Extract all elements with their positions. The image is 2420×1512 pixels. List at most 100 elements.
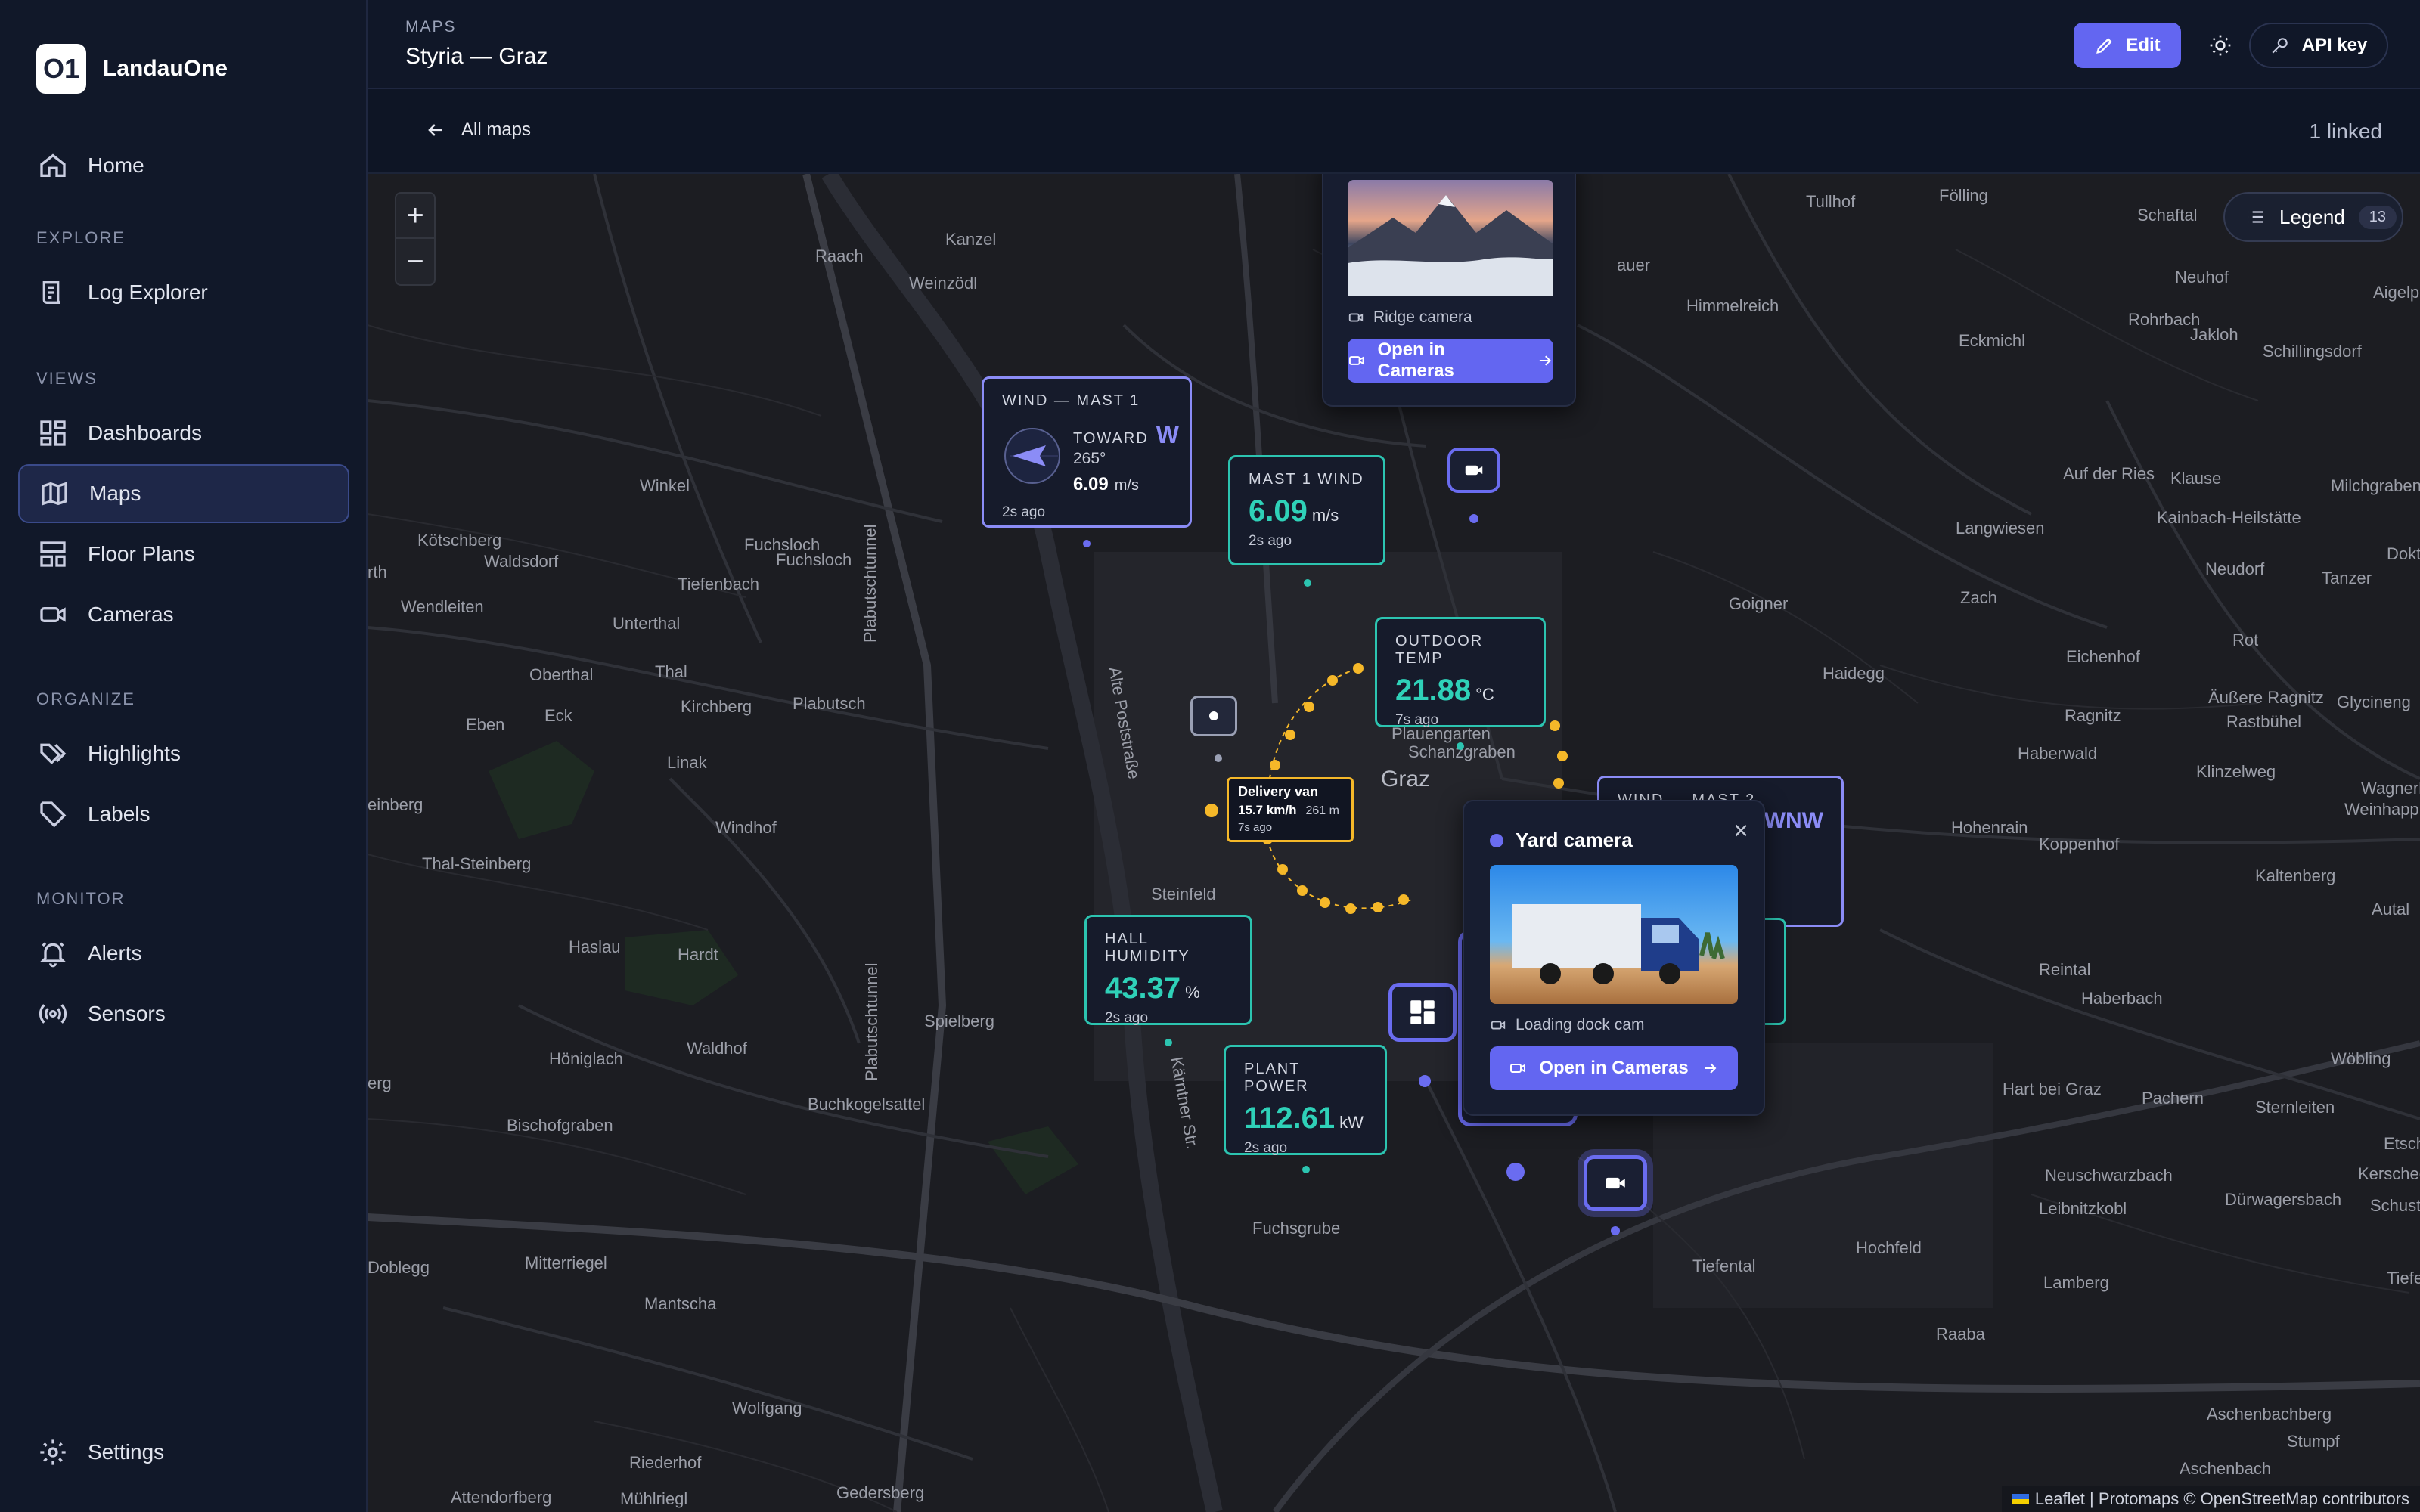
page-title: Styria — Graz [405,44,548,69]
sidebar-item-alerts[interactable]: Alerts [18,924,349,983]
place-label: Neuschwarzbach [2045,1166,2173,1185]
wind-mast-1-widget[interactable]: WIND — MAST 1 TOWARD W 265° 6.09 m/s 2s … [982,376,1192,528]
place-label: Fölling [1939,186,1988,205]
arrow-right-icon [1704,1063,1717,1074]
sidebar-item-label: Maps [89,482,141,505]
widget-value-row: 112.61 kW [1244,1101,1367,1136]
sidebar-item-maps[interactable]: Maps [18,464,349,523]
ridge-camera-popup: Ridge camera Open in Cameras [1322,174,1576,407]
place-label: Himmelreich [1686,296,1779,315]
place-label: Mitterriegel [525,1253,607,1272]
place-label: Gedersberg [836,1483,925,1502]
api-key-button[interactable]: API key [2249,23,2388,68]
breadcrumb[interactable]: MAPS [405,18,457,36]
video-camera-icon [1465,465,1483,476]
sidebar-item-labels[interactable]: Labels [18,785,349,844]
place-label: Zach [1960,588,1997,607]
toward-label: TOWARD [1073,430,1149,447]
place-label: Tullhof [1806,192,1856,211]
sidebar-item-settings[interactable]: Settings [18,1423,349,1482]
sidebar-item-floor-plans[interactable]: Floor Plans [18,525,349,584]
place-label: Eckmichl [1959,331,2026,350]
wind-direction-letter: WNW [1764,808,1823,833]
arrow-right-icon [1539,355,1551,366]
widget-value: 21.88 [1395,674,1472,707]
place-label: Hohenrain [1951,818,2028,837]
sidebar-item-home[interactable]: Home [18,136,349,195]
ridge-open-in-cameras-button[interactable]: Open in Cameras [1348,339,1553,383]
sidebar-item-label: Floor Plans [88,542,195,565]
ridge-camera-name: Ridge camera [1373,308,1472,326]
theme-toggle[interactable] [2198,23,2243,68]
yard-open-in-cameras-button[interactable]: Open in Cameras [1490,1046,1738,1090]
wind-degrees: 265° [1073,450,1106,467]
wind-direction: TOWARD W [1073,421,1179,449]
map-canvas[interactable]: Tullhof Fölling Schaftal Aigelp Kanzel R… [368,174,2420,1512]
place-label: Buchkogelsattel [808,1095,926,1114]
sidebar-item-dashboards[interactable]: Dashboards [18,404,349,463]
widget-updated: 2s ago [1002,504,1046,520]
dashboard-marker[interactable] [1388,983,1457,1042]
place-label: Doblegg [368,1258,430,1277]
sidebar-item-sensors[interactable]: Sensors [18,984,349,1043]
place-label: Lamberg [2043,1273,2109,1292]
sidebar-item-highlights[interactable]: Highlights [18,724,349,783]
close-icon[interactable]: × [1733,816,1748,846]
yard-camera-thumbnail[interactable] [1490,865,1738,1004]
place-label: Dürwagersbach [2225,1190,2342,1209]
key-icon [2272,38,2288,54]
delivery-van-tooltip[interactable]: Delivery van 15.7 km/h 261 m 7s ago [1227,777,1354,842]
hall-humidity-widget[interactable]: HALL HUMIDITY 43.37% 2s ago [1084,915,1252,1026]
plant-power-widget[interactable]: PLANT POWER 112.61 kW 2s ago [1224,1045,1387,1156]
nav-section-monitor: MONITOR [36,889,126,908]
all-maps-link[interactable]: All maps [425,119,531,141]
sidebar-item-label: Cameras [88,603,174,626]
mast-1-wind-widget[interactable]: MAST 1 WIND 6.09 m/s 2s ago [1228,455,1385,565]
sidebar-item-log-explorer[interactable]: Log Explorer [18,263,349,322]
yard-camera-popup: Yard camera × Loading dock cam Open in C… [1463,800,1765,1116]
place-label: Höniglach [549,1049,623,1068]
point-marker[interactable] [1190,696,1237,736]
widget-unit: °C [1475,685,1494,704]
place-label: Steinfeld [1151,885,1216,903]
place-label: Sternleiten [2255,1098,2335,1117]
widget-unit: m/s [1311,506,1339,525]
place-label: Neudorf [2205,559,2265,578]
outdoor-temp-widget[interactable]: OUTDOOR TEMP 21.88 °C 7s ago [1375,617,1546,728]
widget-title: HALL HUMIDITY [1105,931,1190,965]
yard-camera-header: Yard camera [1490,829,1633,852]
sidebar-item-cameras[interactable]: Cameras [18,585,349,644]
map-attribution[interactable]: Leaflet | Protomaps © OpenStreetMap cont… [2001,1486,2420,1512]
widget-value: 43.37 [1105,971,1181,1005]
place-label: Linak [667,753,707,772]
place-label: Auf der Ries [2063,464,2155,483]
sidebar-item-label: Highlights [88,742,181,765]
yard-camera-title: Yard camera [1516,829,1633,851]
place-label: Wagnerhie [2361,779,2420,798]
zoom-out-button[interactable]: − [396,239,434,284]
legend-button[interactable]: Legend 13 [2223,192,2403,242]
place-label: Eben [466,715,505,734]
edit-button[interactable]: Edit [2074,23,2181,68]
zoom-in-button[interactable]: + [396,194,434,239]
map-pin-dot [1304,579,1311,587]
widget-title: PLANT POWER [1244,1061,1309,1095]
place-label: Doktor [2387,544,2420,563]
gear-icon [36,1436,70,1469]
place-label: Bischofgraben [507,1116,613,1135]
mountain-image-icon [1348,195,1553,296]
ridge-camera-thumbnail[interactable] [1348,180,1553,296]
ridge-camera-marker[interactable] [1447,448,1500,493]
place-label: Kainbach-Heilstätte [2157,508,2301,527]
map-pin-dot [1083,540,1091,547]
brand[interactable]: O1 LandauOne [36,44,228,94]
place-label: Klinzelweg [2196,762,2276,781]
place-label: Kaltenberg [2255,866,2336,885]
place-label: Wolfgang [732,1399,802,1418]
map-pin-dot [1469,514,1478,523]
place-label: Kirchberg [681,697,752,716]
place-label: Neuhof [2175,268,2229,287]
yard-camera-marker[interactable] [1584,1155,1647,1211]
place-label: Autal [2372,900,2410,919]
widget-value-row: 43.37% [1105,971,1232,1005]
